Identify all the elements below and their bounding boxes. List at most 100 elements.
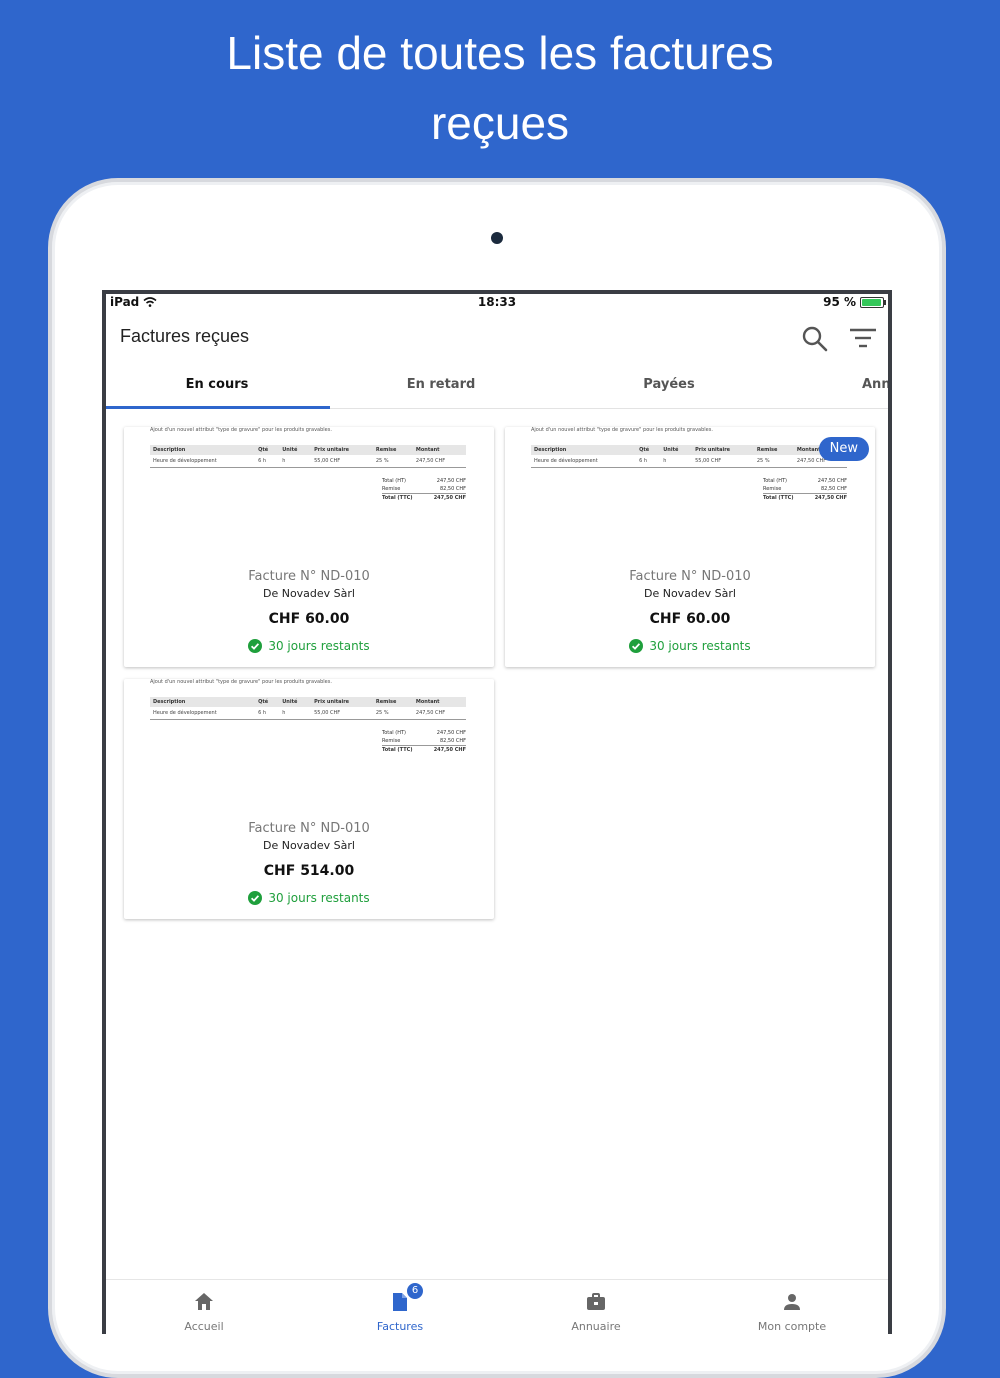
nav-mon-compte[interactable]: Mon compte [694,1280,888,1334]
nav-factures[interactable]: 6 Factures [302,1280,498,1334]
invoice-totals: Total (HT) 247,50 CHF Remise 82,50 CHF Tot… [763,477,847,502]
cell-unit-price: 55,00 CHF [311,455,373,468]
col-description: Description [150,697,256,707]
cell-description: Heure de développement [531,455,637,468]
invoice-note: Ajout d'un nouvel attribut "type de grav… [150,427,332,433]
cell-discount: 25 % [372,707,413,720]
tab-en-cours[interactable]: En cours [106,362,328,408]
new-badge: New [818,437,869,461]
total-ht-value: 247,50 CHF [436,478,466,484]
days-remaining: 30 jours restants [268,639,370,653]
invoice-card[interactable]: Ajout d'un nouvel attribut "type de grav… [124,427,494,667]
cell-qty: 6 h [636,455,661,468]
total-ttc-value: 247,50 CHF [814,495,847,501]
invoice-note: Ajout d'un nouvel attribut "type de grav… [531,427,713,433]
table-row: Heure de développement 6 h h 55,00 CHF 2… [150,455,466,468]
nav-annuaire[interactable]: Annuaire [498,1280,694,1334]
invoice-supplier: De Novadev Sàrl [262,839,355,852]
col-qty: Qté [636,445,661,455]
tab-en-retard[interactable]: En retard [330,362,552,408]
cell-description: Heure de développement [150,707,256,720]
headline-line-2: reçues [430,97,570,149]
nav-label: Factures [376,1320,424,1333]
total-ttc-label: Total (TTC) [382,495,413,501]
invoice-supplier: De Novadev Sàrl [262,587,355,600]
ipad-screen: iPad 18:33 95 % Factures reçues En cours… [102,290,892,1334]
invoice-amount: CHF 514.00 [263,863,355,879]
total-ht-value: 247,50 CHF [436,730,466,736]
total-ht-label: Total (HT) [382,730,406,736]
invoice-totals: Total (HT) 247,50 CHF Remise 82,50 CHF Tot… [382,477,466,502]
cell-unit-price: 55,00 CHF [692,455,754,468]
app-bar: Factures reçues [106,312,888,362]
search-icon[interactable] [800,324,830,354]
days-remaining: 30 jours restants [268,891,370,905]
status-tabs: En cours En retard Payées Annulées [106,362,888,409]
invoice-note: Ajout d'un nouvel attribut "type de grav… [150,679,332,685]
days-remaining: 30 jours restants [649,639,751,653]
cell-discount: 25 % [753,455,794,468]
cell-unit: h [279,455,312,468]
nav-label: Annuaire [571,1320,621,1333]
total-ttc-label: Total (TTC) [382,747,413,753]
nav-label: Mon compte [757,1320,827,1333]
invoice-status: 30 jours restants [124,639,494,653]
total-ht-label: Total (HT) [382,478,406,484]
cell-unit: h [279,707,312,720]
check-circle-icon [248,891,263,905]
invoice-lines-table: Description Qté Unité Prix unitaire Remi… [531,445,847,468]
notification-badge: 6 [406,1282,424,1300]
invoice-amount: CHF 60.00 [268,611,350,627]
invoice-supplier: De Novadev Sàrl [643,587,736,600]
col-qty: Qté [255,445,280,455]
filter-icon[interactable] [848,324,878,354]
check-circle-icon [248,639,263,653]
col-discount: Remise [753,445,794,455]
total-ttc-value: 247,50 CHF [433,495,466,501]
invoice-card[interactable]: Ajout d'un nouvel attribut "type de grav… [505,427,875,667]
invoice-grid: Ajout d'un nouvel attribut "type de grav… [106,409,888,1279]
nav-label: Accueil [184,1320,224,1333]
col-qty: Qté [255,697,280,707]
camera-dot [491,232,503,244]
invoice-card[interactable]: Ajout d'un nouvel attribut "type de grav… [124,679,494,919]
table-row: Heure de développement 6 h h 55,00 CHF 2… [150,707,466,720]
invoice-thumbnail: Ajout d'un nouvel attribut "type de grav… [124,679,494,799]
discount-label: Remise [382,486,401,492]
marketing-headline: Liste de toutes les factures reçues [0,18,1000,158]
discount-value: 82,50 CHF [439,738,466,744]
discount-label: Remise [763,486,782,492]
col-description: Description [150,445,256,455]
col-unit-price: Prix unitaire [692,445,754,455]
invoice-amount: CHF 60.00 [649,611,731,627]
total-ttc-value: 247,50 CHF [433,747,466,753]
col-discount: Remise [372,445,413,455]
cell-qty: 6 h [255,455,280,468]
col-amount: Montant [412,445,466,455]
invoice-lines-table: Description Qté Unité Prix unitaire Remi… [150,697,466,720]
invoice-number: Facture N° ND-010 [248,821,370,836]
tab-payees[interactable]: Payées [558,362,780,408]
check-circle-icon [629,639,644,653]
cell-unit: h [660,455,693,468]
discount-value: 82,50 CHF [820,486,847,492]
col-unit-price: Prix unitaire [311,445,373,455]
page-title: Factures reçues [120,326,250,346]
tab-annulees[interactable]: Annulées [786,362,888,408]
col-description: Description [531,445,637,455]
app-window: iPad 18:33 95 % Factures reçues En cours… [106,294,888,1334]
battery-percent: 95 % [823,295,856,309]
bottom-navigation: Accueil 6 Factures Annuaire Mon compte [106,1279,888,1334]
cell-description: Heure de développement [150,455,256,468]
col-unit-price: Prix unitaire [311,697,373,707]
status-time: 18:33 [477,295,517,309]
user-icon [784,1294,800,1310]
invoice-thumbnail: Ajout d'un nouvel attribut "type de grav… [124,427,494,547]
nav-accueil[interactable]: Accueil [106,1280,302,1334]
table-row: Heure de développement 6 h h 55,00 CHF 2… [531,455,847,468]
cell-amount: 247,50 CHF [412,455,466,468]
col-unit: Unité [660,445,693,455]
col-unit: Unité [279,445,312,455]
headline-line-1: Liste de toutes les factures [226,27,774,79]
invoice-status: 30 jours restants [505,639,875,653]
